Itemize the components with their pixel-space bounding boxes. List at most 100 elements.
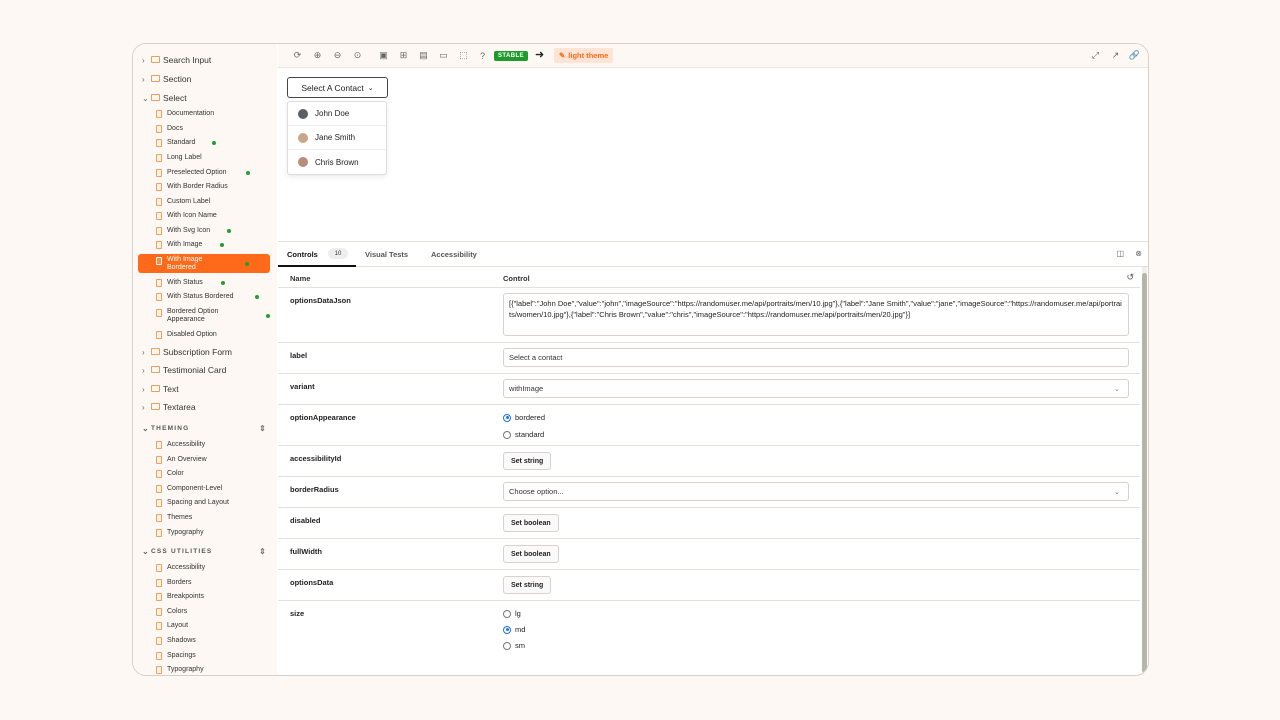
zoom-out-icon[interactable]: ⊖ bbox=[332, 50, 343, 61]
sidebar-item-with-border-radius[interactable]: With Border Radius bbox=[138, 180, 270, 194]
sidebar-item-with-icon-name[interactable]: With Icon Name bbox=[138, 209, 270, 223]
sidebar-item-textarea[interactable]: › Textarea bbox=[133, 399, 277, 415]
zoom-in-icon[interactable]: ⊕ bbox=[312, 50, 323, 61]
control-row-borderRadius: borderRadius Choose option... ⌄ bbox=[278, 477, 1140, 508]
sidebar-item-text[interactable]: › Text bbox=[133, 381, 277, 397]
option-jane-smith[interactable]: Jane Smith bbox=[288, 126, 386, 150]
avatar bbox=[298, 157, 308, 167]
folder-icon bbox=[151, 56, 160, 63]
background-icon[interactable]: ▣ bbox=[378, 50, 389, 61]
status-dot bbox=[245, 262, 249, 266]
doc-icon bbox=[156, 441, 162, 449]
section-theming[interactable]: ⌄ THEMING ⇕ bbox=[133, 421, 277, 435]
radio-label: standard bbox=[515, 430, 545, 439]
sidebar-item-custom-label[interactable]: Custom Label bbox=[138, 195, 270, 209]
sidebar-item-with-status-bordered[interactable]: With Status Bordered bbox=[138, 290, 270, 304]
help-icon[interactable]: ? bbox=[477, 50, 488, 61]
sidebar-item-label: Typography bbox=[167, 666, 204, 674]
sidebar-item-bordered-option-appearance[interactable]: Bordered Option Appearance bbox=[138, 306, 270, 325]
sidebar-item-spacings[interactable]: Spacings bbox=[138, 649, 270, 663]
option-john-doe[interactable]: John Doe bbox=[288, 102, 386, 126]
folder-icon bbox=[151, 75, 160, 82]
sidebar-item-docs[interactable]: Docs bbox=[138, 122, 270, 136]
set-boolean-button[interactable]: Set boolean bbox=[503, 545, 559, 563]
grid-icon[interactable]: ⊞ bbox=[398, 50, 409, 61]
sidebar-item-component-level[interactable]: Component-Level bbox=[138, 482, 270, 496]
set-string-button[interactable]: Set string bbox=[503, 452, 552, 470]
sidebar-item-spacing-and-layout[interactable]: Spacing and Layout bbox=[138, 496, 270, 510]
theme-switch[interactable]: ✎ light theme bbox=[554, 48, 614, 63]
radio-sm[interactable]: sm bbox=[503, 641, 525, 650]
panel-scrollbar[interactable] bbox=[1142, 267, 1147, 675]
sidebar-item-typography[interactable]: Typography bbox=[138, 526, 270, 540]
optionsDataJson-textarea[interactable]: [{"label":"John Doe","value":"john","ima… bbox=[503, 293, 1129, 336]
outline-icon[interactable]: ⬚ bbox=[458, 50, 469, 61]
variant-select[interactable]: withImage ⌄ bbox=[503, 379, 1129, 398]
sidebar-item-accessibility[interactable]: Accessibility bbox=[138, 438, 270, 452]
radio-standard[interactable]: standard bbox=[503, 430, 544, 439]
folder-icon bbox=[151, 348, 160, 355]
radio-lg[interactable]: lg bbox=[503, 609, 521, 618]
option-label: Jane Smith bbox=[315, 133, 356, 142]
sidebar-item-search-input[interactable]: › Search Input bbox=[133, 52, 277, 68]
expand-collapse-icon[interactable]: ⇕ bbox=[259, 547, 267, 556]
set-string-button[interactable]: Set string bbox=[503, 576, 552, 594]
borderRadius-select[interactable]: Choose option... ⌄ bbox=[503, 482, 1129, 501]
sidebar-item-with-image[interactable]: With Image bbox=[138, 238, 270, 252]
toolbar: ⟳ ⊕ ⊖ ⊙ ▣ ⊞ ▤ ▭ ⬚ ? STABLE ➜ ✎ light the… bbox=[278, 44, 1148, 68]
sidebar-item-standard[interactable]: Standard bbox=[138, 136, 270, 150]
viewport-icon[interactable]: ▤ bbox=[418, 50, 429, 61]
sidebar-item-colors[interactable]: Colors bbox=[138, 605, 270, 619]
sidebar-item-with-svg-icon[interactable]: With Svg Icon bbox=[138, 224, 270, 238]
sidebar-item-subscription-form[interactable]: › Subscription Form bbox=[133, 344, 277, 360]
radio-unchecked bbox=[503, 641, 511, 650]
control-row-optionsDataJson: optionsDataJson [{"label":"John Doe","va… bbox=[278, 288, 1140, 343]
stable-badge: STABLE bbox=[494, 51, 528, 61]
label-input[interactable]: Select a contact bbox=[503, 348, 1129, 367]
select-contact-button[interactable]: Select A Contact ⌄ bbox=[287, 77, 388, 98]
sidebar-item-disabled-option[interactable]: Disabled Option bbox=[138, 328, 270, 342]
sidebar-item-color[interactable]: Color bbox=[138, 467, 270, 481]
option-chris-brown[interactable]: Chris Brown bbox=[288, 150, 386, 174]
sidebar-item-long-label[interactable]: Long Label bbox=[138, 151, 270, 165]
sidebar-item-accessibility[interactable]: Accessibility bbox=[138, 561, 270, 575]
chevron-down-icon: ⌄ bbox=[1114, 488, 1120, 496]
sidebar-item-section[interactable]: › Section bbox=[133, 71, 277, 87]
sidebar-item-shadows[interactable]: Shadows bbox=[138, 634, 270, 648]
expand-collapse-icon[interactable]: ⇕ bbox=[259, 424, 267, 433]
status-dot bbox=[227, 229, 231, 233]
section-css-utilities[interactable]: ⌄ CSS UTILITIES ⇕ bbox=[133, 544, 277, 558]
reload-icon[interactable]: ⟳ bbox=[292, 50, 303, 61]
sidebar-item-themes[interactable]: Themes bbox=[138, 511, 270, 525]
panel-layout-icon[interactable]: ◫ bbox=[1116, 249, 1124, 258]
sidebar-item-preselected-option[interactable]: Preselected Option bbox=[138, 166, 270, 180]
open-new-tab-icon[interactable]: ↗ bbox=[1110, 50, 1121, 61]
radio-bordered[interactable]: bordered bbox=[503, 413, 545, 422]
set-boolean-button[interactable]: Set boolean bbox=[503, 514, 559, 532]
close-icon[interactable]: ⊗ bbox=[1135, 249, 1142, 258]
sidebar-item-breakpoints[interactable]: Breakpoints bbox=[138, 590, 270, 604]
scrollbar-thumb[interactable] bbox=[1142, 273, 1147, 673]
sidebar-item-layout[interactable]: Layout bbox=[138, 619, 270, 633]
tab-controls[interactable]: Controls bbox=[287, 250, 318, 259]
zoom-reset-icon[interactable]: ⊙ bbox=[352, 50, 363, 61]
sidebar-item-documentation[interactable]: Documentation bbox=[138, 107, 270, 121]
doc-icon bbox=[156, 637, 162, 645]
radio-md[interactable]: md bbox=[503, 625, 525, 634]
sidebar-item-with-status[interactable]: With Status bbox=[138, 276, 270, 290]
sidebar-item-typography[interactable]: Typography bbox=[138, 663, 270, 675]
sidebar-item-label: Text bbox=[163, 384, 179, 394]
sidebar-item-an-overview[interactable]: An Overview bbox=[138, 453, 270, 467]
sidebar-item-select[interactable]: ⌄ Select bbox=[133, 90, 277, 106]
tab-accessibility[interactable]: Accessibility bbox=[431, 250, 477, 259]
story-icon bbox=[156, 183, 162, 191]
sidebar-item-testimonial-card[interactable]: › Testimonial Card bbox=[133, 362, 277, 378]
sidebar-item-label: Docs bbox=[167, 125, 183, 132]
fullscreen-icon[interactable]: ⤢ bbox=[1090, 50, 1101, 61]
copy-link-icon[interactable]: 🔗 bbox=[1129, 50, 1140, 61]
tab-visual-tests[interactable]: Visual Tests bbox=[365, 250, 408, 259]
sidebar-item-borders[interactable]: Borders bbox=[138, 576, 270, 590]
measure-icon[interactable]: ▭ bbox=[438, 50, 449, 61]
reset-icon[interactable]: ↺ bbox=[1126, 272, 1134, 283]
sidebar-item-with-image-bordered[interactable]: With Image Bordered bbox=[138, 254, 270, 273]
